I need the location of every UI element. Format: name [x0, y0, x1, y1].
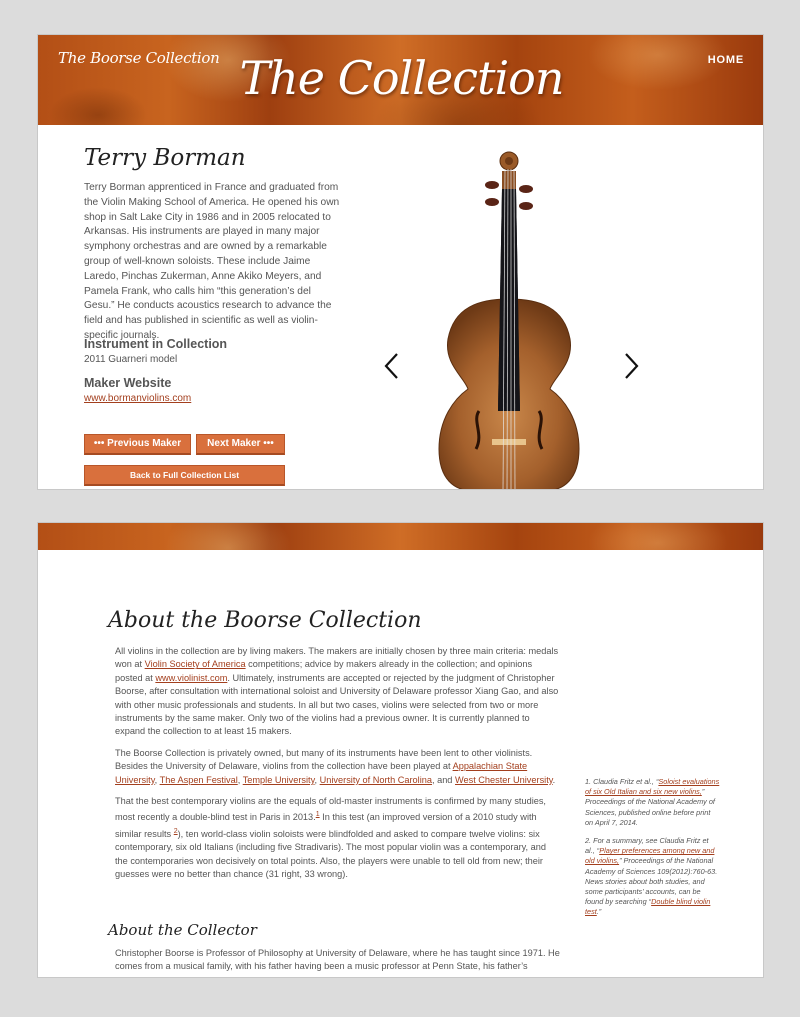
header-banner-strip — [38, 523, 763, 550]
maker-bio: Terry Borman apprenticed in France and g… — [84, 182, 340, 341]
violinist-link[interactable]: www.violinist.com — [155, 673, 227, 683]
instrument-heading: Instrument in Collection — [84, 337, 228, 351]
west-chester-link[interactable]: West Chester University — [455, 775, 553, 785]
next-maker-button[interactable]: Next Maker ••• — [196, 434, 285, 455]
footnote-2: 2. For a summary, see Claudia Fritz et a… — [585, 836, 718, 917]
collector-heading: About the Collector — [108, 921, 257, 939]
footnote-1: 1. Claudia Fritz et al., “Soloist evalua… — [585, 777, 720, 827]
vsa-link[interactable]: Violin Society of America — [145, 659, 246, 669]
previous-maker-button[interactable]: ••• Previous Maker — [84, 434, 191, 455]
violin-image — [434, 149, 584, 489]
about-panel: About the Boorse Collection All violins … — [37, 522, 764, 978]
about-paragraph-2: The Boorse Collection is privately owned… — [115, 748, 556, 785]
unc-link[interactable]: University of North Carolina — [320, 775, 432, 785]
aspen-link[interactable]: The Aspen Festival — [160, 775, 238, 785]
chevron-right-icon[interactable] — [621, 351, 641, 386]
instrument-value: 2011 Guarneri model — [84, 354, 178, 365]
website-heading: Maker Website — [84, 376, 172, 390]
maker-panel: The Boorse Collection The Collection HOM… — [37, 34, 764, 490]
maker-name: Terry Borman — [84, 145, 246, 171]
about-paragraph-3: That the best contemporary violins are t… — [115, 796, 546, 880]
about-paragraph-1: All violins in the collection are by liv… — [115, 646, 559, 737]
nav-home-link[interactable]: HOME — [708, 54, 744, 66]
about-heading: About the Boorse Collection — [108, 608, 422, 633]
collector-paragraph: Christopher Boorse is Professor of Philo… — [115, 948, 560, 977]
maker-website-link[interactable]: www.bormanviolins.com — [84, 393, 191, 404]
temple-link[interactable]: Temple University — [243, 775, 315, 785]
chevron-left-icon[interactable] — [382, 351, 402, 386]
page-title: The Collection — [239, 51, 565, 105]
back-to-list-button[interactable]: Back to Full Collection List — [84, 465, 285, 486]
